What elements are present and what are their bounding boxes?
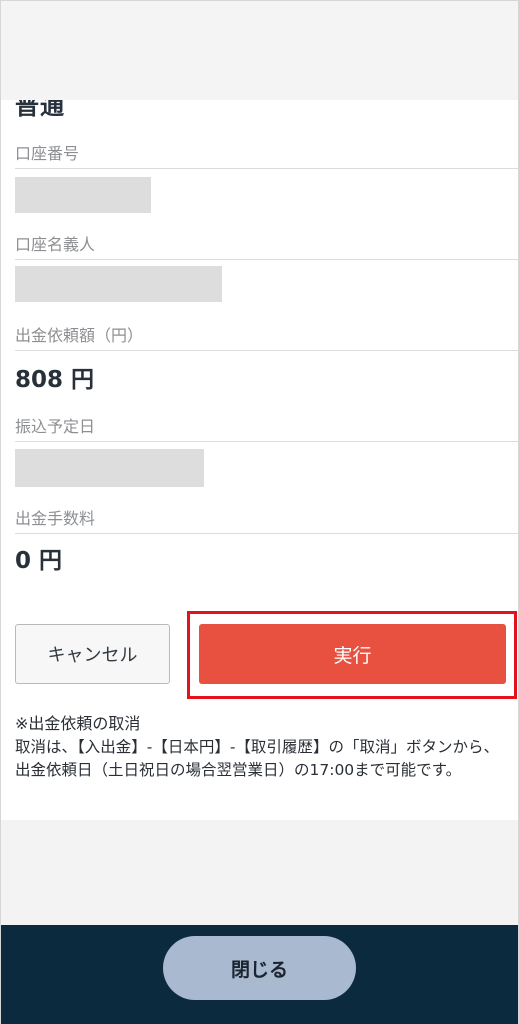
withdrawal-amount-value: 808 円 [15, 367, 95, 393]
withdrawal-fee-label: 出金手数料 [15, 509, 96, 528]
cancel-button[interactable]: キャンセル [15, 624, 170, 684]
divider [15, 168, 518, 169]
cancellation-notice-body: 取消は、【入出金】-【日本円】-【取引履歴】の「取消」ボタンから、出金依頼日（土… [15, 738, 499, 779]
divider [15, 259, 518, 260]
cancellation-notice-title: ※出金依頼の取消 [15, 714, 141, 733]
account-number-redacted [15, 177, 151, 213]
close-button[interactable]: 閉じる [163, 936, 356, 1000]
account-type-heading: 普通 [15, 100, 65, 120]
divider [15, 441, 518, 442]
top-area [1, 1, 518, 100]
withdrawal-amount-label: 出金依頼額（円） [15, 326, 144, 345]
account-holder-redacted [15, 266, 222, 302]
withdrawal-fee-value: 0 円 [15, 548, 63, 574]
execute-button[interactable]: 実行 [199, 624, 506, 684]
account-holder-label: 口座名義人 [15, 235, 96, 254]
account-number-label: 口座番号 [15, 144, 80, 163]
transfer-date-label: 振込予定日 [15, 417, 96, 436]
divider [15, 533, 518, 534]
withdrawal-confirmation-panel: 普通 口座番号 口座名義人 出金依頼額（円） 808 円 振込予定日 出金手数料… [1, 100, 518, 820]
transfer-date-redacted [15, 449, 204, 487]
divider [15, 350, 518, 351]
